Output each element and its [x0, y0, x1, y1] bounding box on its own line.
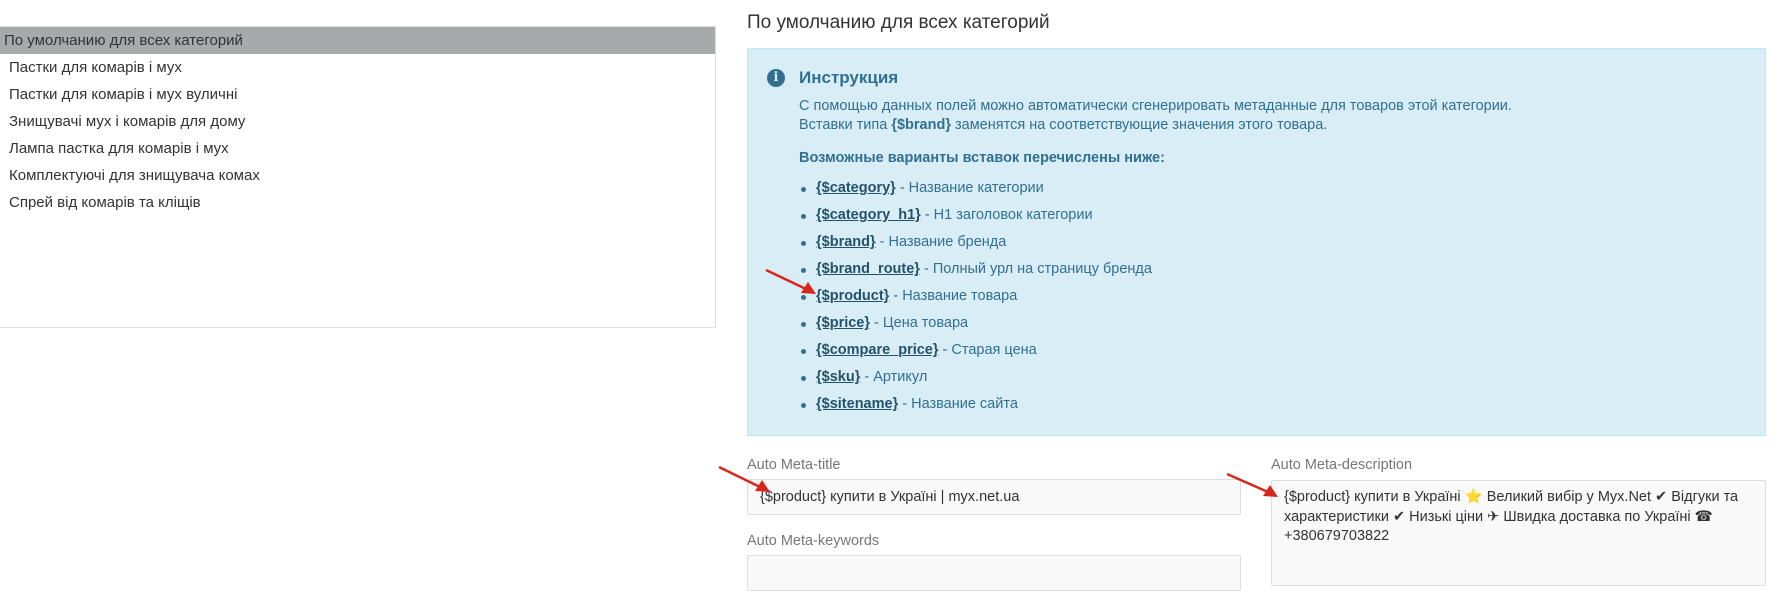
variant-token[interactable]: {$sku} [816, 369, 860, 385]
meta-description-textarea[interactable]: {$product} купити в Україні ⭐ Великий ви… [1271, 480, 1766, 586]
variant-desc: - Старая цена [938, 342, 1037, 358]
red-arrow-annotation [1226, 472, 1278, 497]
meta-description-label: Auto Meta-description [1271, 457, 1413, 473]
meta-title-input[interactable] [747, 479, 1241, 515]
variant-desc: - Цена товара [870, 315, 969, 331]
variant-item: {$price} - Цена товара [799, 310, 1152, 337]
instruction-line1: С помощью данных полей можно автоматичес… [799, 98, 1512, 114]
category-item[interactable]: Знищувачі мух і комарів для дому [0, 108, 715, 135]
variant-desc: - Название категории [895, 180, 1044, 196]
page-title: По умолчанию для всех категорий [747, 12, 1050, 33]
variant-item: {$compare_price} - Старая цена [799, 337, 1152, 364]
variant-item: {$sitename} - Название сайта [799, 391, 1152, 418]
variant-item: {$category} - Название категории [799, 175, 1152, 202]
variant-token[interactable]: {$category} [816, 180, 896, 196]
instruction-brand-token: {$brand} [891, 117, 951, 133]
variant-item: {$brand_route} - Полный урл на страницу … [799, 256, 1152, 283]
variant-token[interactable]: {$brand_route} [816, 261, 920, 277]
instruction-line2-prefix: Вставки типа [799, 117, 892, 133]
category-item[interactable]: Спрей від комарів та кліщів [0, 189, 715, 216]
variant-item: {$product} - Название товара [799, 283, 1152, 310]
red-arrow-annotation [718, 465, 770, 492]
variant-token[interactable]: {$compare_price} [816, 342, 939, 358]
red-arrow-annotation [765, 268, 816, 294]
variant-desc: - Название сайта [898, 396, 1018, 412]
variant-desc: - Название товара [889, 288, 1018, 304]
info-icon: i [767, 69, 785, 87]
variants-list: {$category} - Название категории {$categ… [799, 175, 1152, 418]
variant-token[interactable]: {$brand} [816, 234, 876, 250]
category-item[interactable]: Пастки для комарів і мух вуличні [0, 81, 715, 108]
variant-desc: - Полный урл на страницу бренда [919, 261, 1152, 277]
variant-item: {$category_h1} - H1 заголовок категории [799, 202, 1152, 229]
variant-token[interactable]: {$price} [816, 315, 870, 331]
meta-keywords-input[interactable] [747, 555, 1241, 591]
variant-item: {$sku} - Артикул [799, 364, 1152, 391]
variant-token[interactable]: {$product} [816, 288, 889, 304]
variant-desc: - Название бренда [875, 234, 1007, 250]
variant-token[interactable]: {$sitename} [816, 396, 898, 412]
variant-item: {$brand} - Название бренда [799, 229, 1152, 256]
category-list: По умолчанию для всех категорий Пастки д… [0, 26, 716, 328]
variant-token[interactable]: {$category_h1} [816, 207, 921, 223]
category-item[interactable]: Пастки для комарів і мух [0, 54, 715, 81]
category-item-default[interactable]: По умолчанию для всех категорий [0, 27, 715, 54]
instruction-line2-suffix: заменятся на соответствующие значения эт… [950, 117, 1328, 133]
meta-keywords-label: Auto Meta-keywords [747, 533, 880, 549]
variants-heading: Возможные варианты вставок перечислены н… [799, 150, 1165, 166]
variant-desc: - H1 заголовок категории [920, 207, 1093, 223]
instruction-title: Инструкция [799, 68, 899, 87]
instruction-text: С помощью данных полей можно автоматичес… [799, 97, 1512, 135]
instruction-box: i Инструкция С помощью данных полей можн… [747, 48, 1766, 436]
category-item[interactable]: Лампа пастка для комарів і мух [0, 135, 715, 162]
variant-desc: - Артикул [860, 369, 928, 385]
category-item[interactable]: Комплектуючі для знищувача комах [0, 162, 715, 189]
